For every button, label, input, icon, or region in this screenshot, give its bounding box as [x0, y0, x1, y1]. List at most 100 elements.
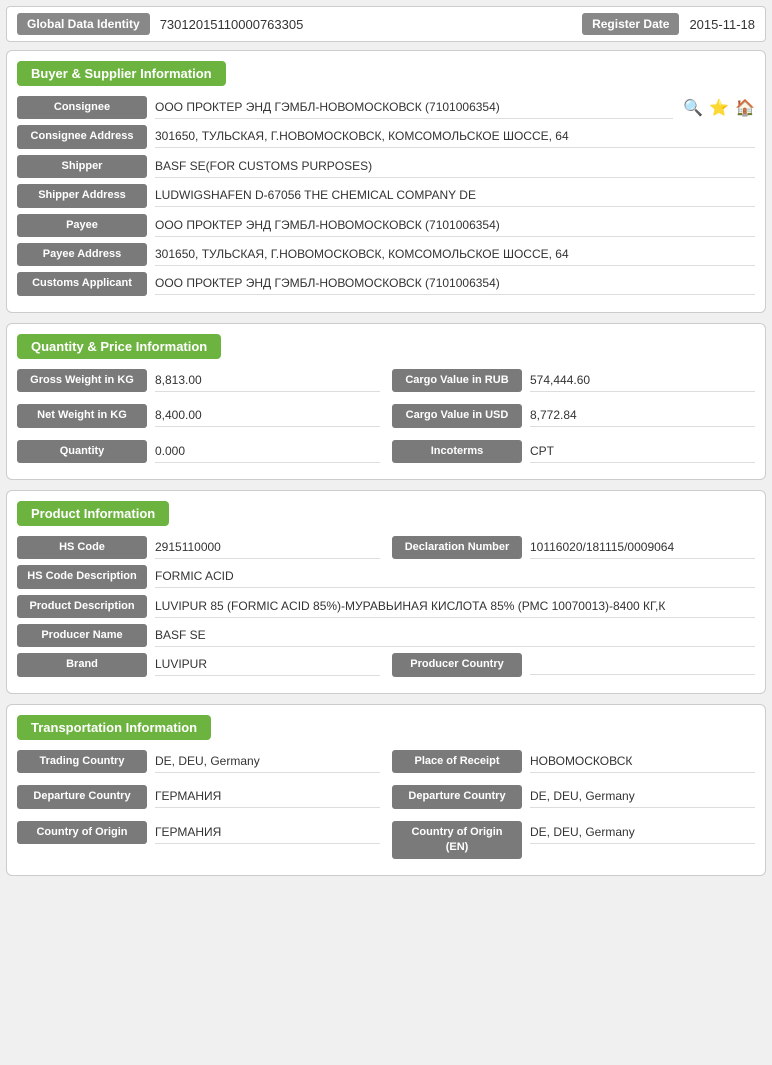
- payee-label: Payee: [17, 214, 147, 237]
- transportation-title: Transportation Information: [17, 715, 211, 740]
- country-of-origin-left-row: Country of Origin ГЕРМАНИЯ: [17, 821, 380, 860]
- global-data-identity-label: Global Data Identity: [17, 13, 150, 35]
- cargo-value-rub-label: Cargo Value in RUB: [392, 369, 522, 392]
- net-weight-label: Net Weight in KG: [17, 404, 147, 427]
- payee-address-row: Payee Address 301650, ТУЛЬСКАЯ, Г.НОВОМО…: [17, 243, 755, 266]
- brand-value: LUVIPUR: [155, 653, 380, 676]
- quantity-label: Quantity: [17, 440, 147, 463]
- hs-code-row: HS Code 2915110000: [17, 536, 380, 559]
- hs-code-desc-value: FORMIC ACID: [155, 565, 755, 588]
- hs-code-value: 2915110000: [155, 536, 380, 559]
- register-date-value: 2015-11-18: [689, 17, 755, 32]
- cargo-value-rub-value: 574,444.60: [530, 369, 755, 392]
- product-section: Product Information HS Code 2915110000 D…: [6, 490, 766, 694]
- consignee-value: ООО ПРОКТЕР ЭНД ГЭМБЛ-НОВОМОСКОВСК (7101…: [155, 96, 673, 119]
- shipper-address-row: Shipper Address LUDWIGSHAFEN D-67056 THE…: [17, 184, 755, 207]
- product-desc-row: Product Description LUVIPUR 85 (FORMIC A…: [17, 595, 755, 618]
- incoterms-value: CPT: [530, 440, 755, 463]
- brand-producer-grid: Brand LUVIPUR Producer Country: [17, 653, 755, 682]
- producer-name-row: Producer Name BASF SE: [17, 624, 755, 647]
- home-icon[interactable]: 🏠: [735, 98, 755, 118]
- place-of-receipt-row: Place of Receipt НОВОМОСКОВСК: [392, 750, 755, 773]
- cargo-value-rub-row: Cargo Value in RUB 574,444.60: [392, 369, 755, 392]
- hs-code-desc-label: HS Code Description: [17, 565, 147, 588]
- incoterms-label: Incoterms: [392, 440, 522, 463]
- departure-country-right-row: Departure Country DE, DEU, Germany: [392, 785, 755, 808]
- page: Global Data Identity 7301201511000076330…: [0, 0, 772, 892]
- payee-address-label: Payee Address: [17, 243, 147, 266]
- consignee-label: Consignee: [17, 96, 147, 119]
- product-top-grid: HS Code 2915110000 Declaration Number 10…: [17, 536, 755, 565]
- product-desc-value: LUVIPUR 85 (FORMIC ACID 85%)-МУРАВЬИНАЯ …: [155, 595, 755, 618]
- header-bar: Global Data Identity 7301201511000076330…: [6, 6, 766, 42]
- customs-applicant-label: Customs Applicant: [17, 272, 147, 295]
- quantity-price-grid: Gross Weight in KG 8,813.00 Cargo Value …: [17, 369, 755, 469]
- product-title: Product Information: [17, 501, 169, 526]
- shipper-row: Shipper BASF SE(FOR CUSTOMS PURPOSES): [17, 155, 755, 178]
- quantity-row: Quantity 0.000: [17, 440, 380, 463]
- shipper-address-value: LUDWIGSHAFEN D-67056 THE CHEMICAL COMPAN…: [155, 184, 755, 207]
- hs-code-label: HS Code: [17, 536, 147, 559]
- trading-country-value: DE, DEU, Germany: [155, 750, 380, 773]
- net-weight-value: 8,400.00: [155, 404, 380, 427]
- departure-country-right-value: DE, DEU, Germany: [530, 785, 755, 808]
- brand-row: Brand LUVIPUR: [17, 653, 380, 676]
- payee-address-value: 301650, ТУЛЬСКАЯ, Г.НОВОМОСКОВСК, КОМСОМ…: [155, 243, 755, 266]
- departure-country-right-label: Departure Country: [392, 785, 522, 808]
- declaration-number-row: Declaration Number 10116020/181115/00090…: [392, 536, 755, 559]
- cargo-value-usd-label: Cargo Value in USD: [392, 404, 522, 427]
- buyer-supplier-title: Buyer & Supplier Information: [17, 61, 226, 86]
- search-icon[interactable]: 🔍: [683, 98, 703, 118]
- country-of-origin-right-value: DE, DEU, Germany: [530, 821, 755, 844]
- consignee-address-label: Consignee Address: [17, 125, 147, 148]
- gross-weight-value: 8,813.00: [155, 369, 380, 392]
- quantity-price-section: Quantity & Price Information Gross Weigh…: [6, 323, 766, 480]
- place-of-receipt-value: НОВОМОСКОВСК: [530, 750, 755, 773]
- country-of-origin-right-row: Country of Origin (EN) DE, DEU, Germany: [392, 821, 755, 860]
- transportation-section: Transportation Information Trading Count…: [6, 704, 766, 877]
- producer-country-label: Producer Country: [392, 653, 522, 676]
- consignee-address-row: Consignee Address 301650, ТУЛЬСКАЯ, Г.НО…: [17, 125, 755, 148]
- star-icon[interactable]: ⭐: [709, 98, 729, 118]
- quantity-price-title: Quantity & Price Information: [17, 334, 221, 359]
- global-data-identity-value: 73012015110000763305: [160, 17, 562, 32]
- producer-name-label: Producer Name: [17, 624, 147, 647]
- producer-country-row: Producer Country: [392, 653, 755, 676]
- declaration-number-value: 10116020/181115/0009064: [530, 536, 755, 559]
- register-date-label: Register Date: [582, 13, 679, 35]
- trading-country-label: Trading Country: [17, 750, 147, 773]
- product-desc-label: Product Description: [17, 595, 147, 618]
- place-of-receipt-label: Place of Receipt: [392, 750, 522, 773]
- brand-label: Brand: [17, 653, 147, 676]
- transportation-grid: Trading Country DE, DEU, Germany Place o…: [17, 750, 755, 866]
- register-date-group: Register Date 2015-11-18: [582, 13, 755, 35]
- country-of-origin-right-label: Country of Origin (EN): [392, 821, 522, 860]
- gross-weight-row: Gross Weight in KG 8,813.00: [17, 369, 380, 392]
- departure-country-left-label: Departure Country: [17, 785, 147, 808]
- quantity-value: 0.000: [155, 440, 380, 463]
- hs-code-desc-row: HS Code Description FORMIC ACID: [17, 565, 755, 588]
- consignee-address-value: 301650, ТУЛЬСКАЯ, Г.НОВОМОСКОВСК, КОМСОМ…: [155, 125, 755, 148]
- incoterms-row: Incoterms CPT: [392, 440, 755, 463]
- trading-country-row: Trading Country DE, DEU, Germany: [17, 750, 380, 773]
- producer-country-value: [530, 653, 755, 675]
- cargo-value-usd-value: 8,772.84: [530, 404, 755, 427]
- net-weight-row: Net Weight in KG 8,400.00: [17, 404, 380, 427]
- customs-applicant-row: Customs Applicant ООО ПРОКТЕР ЭНД ГЭМБЛ-…: [17, 272, 755, 295]
- buyer-supplier-section: Buyer & Supplier Information Consignee О…: [6, 50, 766, 313]
- departure-country-left-value: ГЕРМАНИЯ: [155, 785, 380, 808]
- country-of-origin-left-label: Country of Origin: [17, 821, 147, 844]
- customs-applicant-value: ООО ПРОКТЕР ЭНД ГЭМБЛ-НОВОМОСКОВСК (7101…: [155, 272, 755, 295]
- country-of-origin-left-value: ГЕРМАНИЯ: [155, 821, 380, 844]
- shipper-address-label: Shipper Address: [17, 184, 147, 207]
- consignee-icons: 🔍 ⭐ 🏠: [683, 98, 755, 118]
- payee-value: ООО ПРОКТЕР ЭНД ГЭМБЛ-НОВОМОСКОВСК (7101…: [155, 214, 755, 237]
- producer-name-value: BASF SE: [155, 624, 755, 647]
- shipper-label: Shipper: [17, 155, 147, 178]
- payee-row: Payee ООО ПРОКТЕР ЭНД ГЭМБЛ-НОВОМОСКОВСК…: [17, 214, 755, 237]
- departure-country-left-row: Departure Country ГЕРМАНИЯ: [17, 785, 380, 808]
- cargo-value-usd-row: Cargo Value in USD 8,772.84: [392, 404, 755, 427]
- shipper-value: BASF SE(FOR CUSTOMS PURPOSES): [155, 155, 755, 178]
- consignee-row: Consignee ООО ПРОКТЕР ЭНД ГЭМБЛ-НОВОМОСК…: [17, 96, 755, 119]
- gross-weight-label: Gross Weight in KG: [17, 369, 147, 392]
